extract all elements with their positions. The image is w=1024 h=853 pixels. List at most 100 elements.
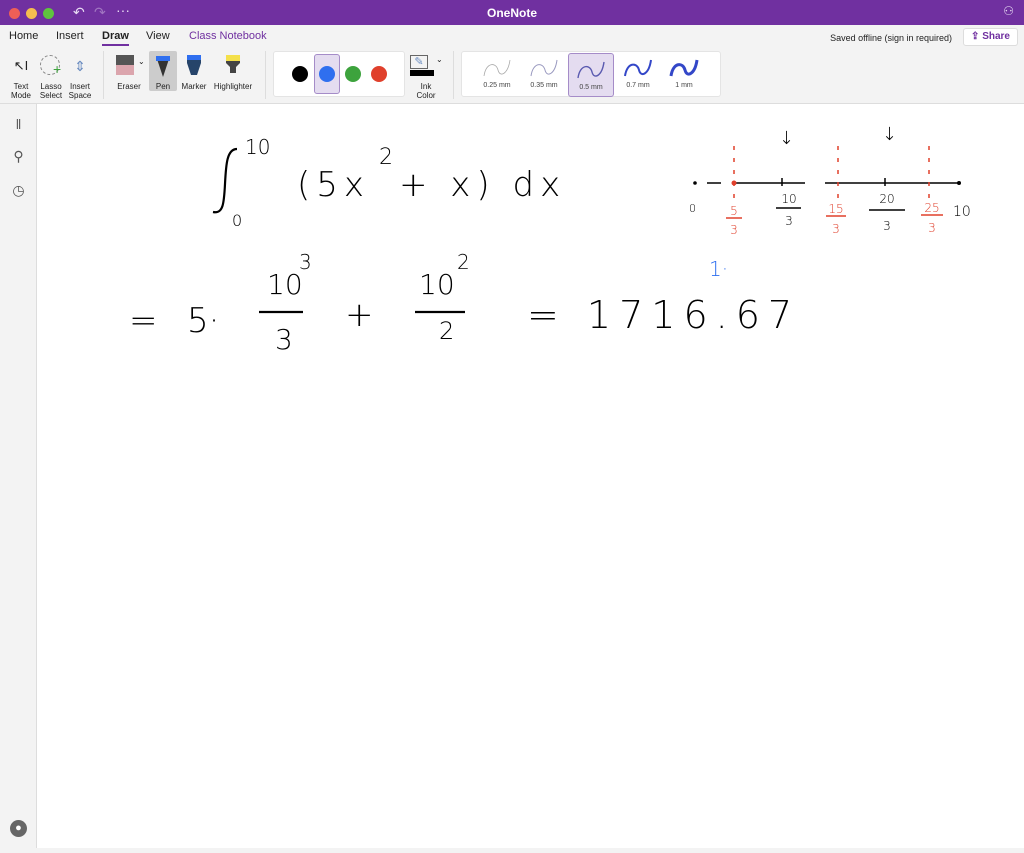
equals-sign: = bbox=[129, 301, 158, 341]
thickness-07[interactable]: 0.7 mm bbox=[615, 52, 661, 96]
marker-button[interactable]: Marker bbox=[180, 53, 208, 91]
fraction2-denominator: 2 bbox=[439, 317, 454, 345]
integrand-rest: + x) dx bbox=[399, 165, 566, 205]
thickness-035[interactable]: 0.35 mm bbox=[521, 52, 567, 96]
text-mode-button[interactable]: ↖I Text Mode bbox=[8, 53, 34, 100]
insert-space-icon: ⇕ bbox=[74, 58, 86, 74]
account-avatar-icon[interactable]: ● bbox=[10, 820, 27, 837]
label: Select bbox=[39, 91, 63, 100]
label: Marker bbox=[181, 82, 207, 91]
ink-color-button[interactable]: ✎ ⌄ Ink Color bbox=[408, 53, 444, 100]
label: 0.7 mm bbox=[626, 82, 650, 89]
pen-button[interactable]: Pen bbox=[149, 51, 177, 91]
integrand: (5x bbox=[297, 165, 370, 205]
insert-space-button[interactable]: ⇕ Insert Space bbox=[66, 53, 94, 100]
divider bbox=[265, 51, 266, 99]
ink-layer: 10 0 (5x 2 + x) dx = 5· 10 3 3 + 10 2 2 … bbox=[129, 124, 971, 356]
share-label: Share bbox=[982, 31, 1010, 42]
label: Pen bbox=[155, 82, 171, 91]
color-green[interactable] bbox=[345, 66, 361, 82]
integral-upper-limit: 10 bbox=[245, 135, 270, 159]
notebooks-icon[interactable]: 𝍪 bbox=[10, 114, 27, 132]
arrow-down-icon: ↓ bbox=[779, 128, 794, 149]
label: 0.5 mm bbox=[579, 84, 603, 91]
save-status: Saved offline (sign in required) bbox=[830, 33, 952, 43]
label-numerator: 15 bbox=[828, 202, 843, 216]
integral-sign bbox=[212, 147, 238, 214]
label-ten: 10 bbox=[953, 204, 971, 220]
draw-ribbon: ↖I Text Mode + Lasso Select ⇕ Insert Space … bbox=[0, 47, 1024, 104]
search-icon[interactable]: ⚲ bbox=[10, 148, 27, 165]
result: = 1716.67 bbox=[527, 293, 800, 337]
divider bbox=[453, 51, 454, 99]
recent-clock-icon[interactable]: ◷ bbox=[10, 182, 27, 199]
label-denominator: 3 bbox=[928, 221, 936, 235]
fraction1-denominator: 3 bbox=[275, 323, 293, 356]
label: Ink bbox=[420, 82, 432, 91]
page-canvas[interactable]: 10 0 (5x 2 + x) dx = 5· 10 3 3 + 10 2 2 … bbox=[37, 104, 1024, 848]
arrow-down-icon: ↓ bbox=[882, 124, 897, 145]
label: Eraser bbox=[117, 82, 141, 91]
label: Insert bbox=[69, 82, 90, 91]
label-numerator: 5 bbox=[730, 204, 738, 218]
tab-home[interactable]: Home bbox=[9, 30, 38, 42]
fraction2-numerator: 10 bbox=[419, 268, 455, 301]
lasso-select-button[interactable]: + Lasso Select bbox=[37, 53, 65, 100]
label-denominator: 3 bbox=[785, 214, 793, 228]
ribbon-tabs: Home Insert Draw View Class Notebook Sav… bbox=[0, 25, 1024, 47]
share-button[interactable]: ⇪ Share bbox=[963, 28, 1018, 46]
marker-icon bbox=[180, 53, 208, 79]
label-numerator: 25 bbox=[924, 201, 939, 215]
label-zero: 0 bbox=[689, 202, 696, 215]
title-bar: ↶ ↷ ··· OneNote ⚇ bbox=[0, 0, 1024, 25]
ink-color-palette bbox=[273, 51, 405, 97]
divider bbox=[103, 51, 104, 99]
tab-view[interactable]: View bbox=[146, 30, 170, 42]
tab-draw[interactable]: Draw bbox=[102, 30, 129, 46]
color-red[interactable] bbox=[371, 66, 387, 82]
highlighter-icon bbox=[210, 53, 256, 79]
color-black[interactable] bbox=[292, 66, 308, 82]
label: Lasso bbox=[40, 82, 62, 91]
thickness-05[interactable]: 0.5 mm bbox=[568, 53, 614, 97]
coefficient: 5· bbox=[187, 301, 219, 341]
eraser-button[interactable]: ⌄ Eraser bbox=[112, 53, 146, 91]
blue-ink-note: 1· bbox=[709, 257, 728, 281]
label-numerator: 20 bbox=[879, 192, 894, 206]
account-icon[interactable]: ⚇ bbox=[1003, 4, 1014, 18]
integral-lower-limit: 0 bbox=[232, 211, 242, 230]
tab-class-notebook[interactable]: Class Notebook bbox=[189, 30, 267, 42]
label-denominator: 3 bbox=[730, 223, 738, 237]
label: Mode bbox=[10, 91, 31, 100]
integrand-exponent: 2 bbox=[379, 145, 393, 170]
number-line: ↓ ↓ 0 10 10 3 20 3 5 3 15 3 25 3 1· bbox=[689, 124, 971, 281]
pen-icon bbox=[149, 53, 177, 79]
lasso-icon: + bbox=[37, 53, 65, 79]
label-denominator: 3 bbox=[883, 219, 891, 233]
plus-sign: + bbox=[345, 295, 374, 335]
label: 0.35 mm bbox=[530, 82, 558, 89]
share-icon: ⇪ bbox=[971, 31, 983, 42]
fraction1-exponent: 3 bbox=[299, 250, 312, 274]
label: 0.25 mm bbox=[483, 82, 511, 89]
left-rail: 𝍪 ⚲ ◷ ● bbox=[0, 104, 37, 848]
label: Space bbox=[68, 91, 92, 100]
thickness-1[interactable]: 1 mm bbox=[661, 52, 707, 96]
ink-color-icon: ✎ ⌄ bbox=[408, 53, 444, 79]
tab-insert[interactable]: Insert bbox=[56, 30, 84, 42]
fraction1-numerator: 10 bbox=[267, 268, 303, 301]
text-cursor-icon: ↖I bbox=[13, 58, 29, 73]
label: 1 mm bbox=[675, 82, 693, 89]
label-denominator: 3 bbox=[832, 222, 840, 236]
fraction2-exponent: 2 bbox=[457, 250, 470, 274]
highlighter-button[interactable]: Highlighter bbox=[210, 53, 256, 91]
color-blue[interactable] bbox=[319, 66, 335, 82]
label: Highlighter bbox=[213, 82, 253, 91]
thickness-025[interactable]: 0.25 mm bbox=[474, 52, 520, 96]
label-numerator: 10 bbox=[781, 192, 796, 206]
label: Text bbox=[13, 82, 29, 91]
window-title: OneNote bbox=[486, 6, 537, 20]
eraser-icon: ⌄ bbox=[112, 53, 146, 79]
label: Color bbox=[416, 91, 436, 100]
thickness-palette: 0.25 mm 0.35 mm 0.5 mm 0.7 mm 1 mm bbox=[461, 51, 721, 97]
